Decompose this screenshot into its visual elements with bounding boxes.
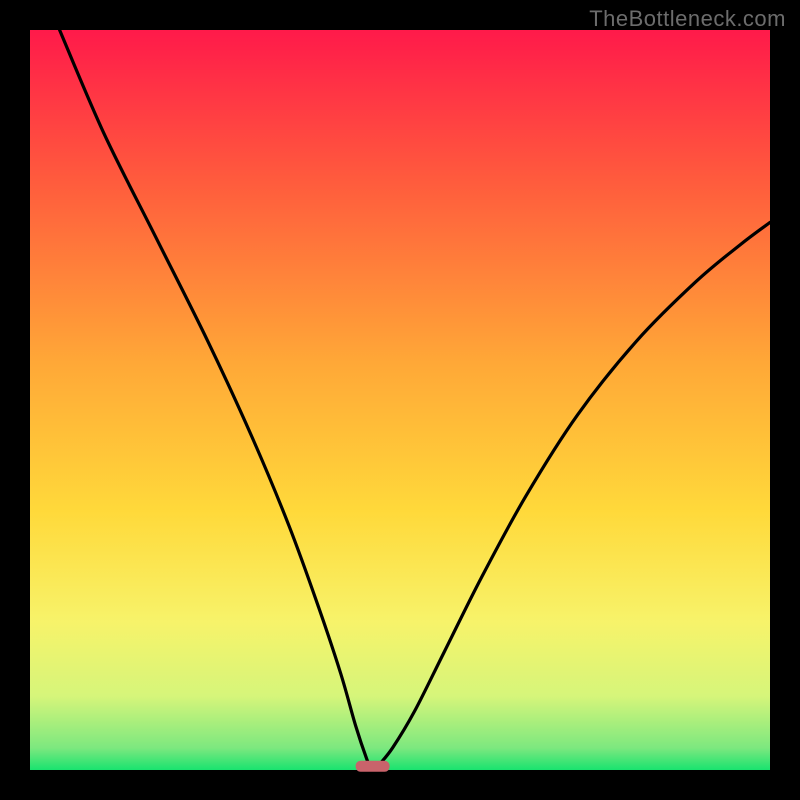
plot-background (30, 30, 770, 770)
bottom-marker (356, 761, 390, 772)
bottleneck-chart (0, 0, 800, 800)
watermark-text: TheBottleneck.com (589, 6, 786, 32)
chart-root: TheBottleneck.com (0, 0, 800, 800)
